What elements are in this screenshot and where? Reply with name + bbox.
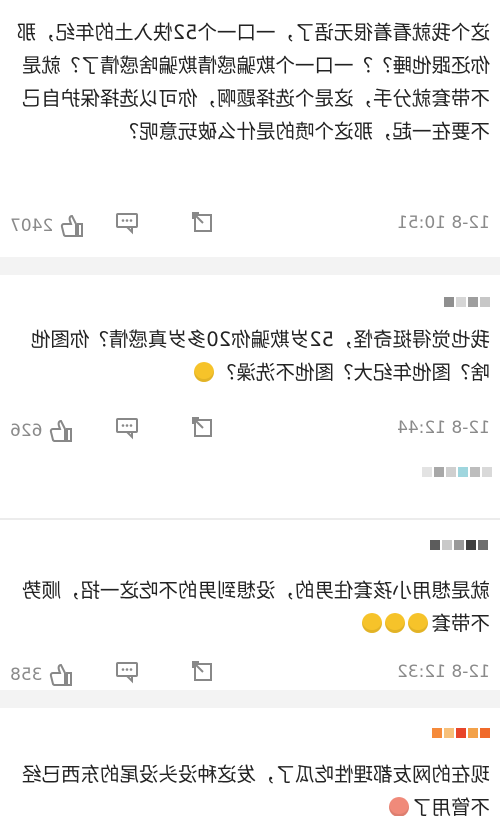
username-mosaic	[442, 297, 490, 319]
mirrored-content: 这个我就看着很无语了，一口一个52快入土的年纪，那你还跟他睡？？一口一个欺骗感情…	[0, 0, 500, 816]
comment-time: 12-8 10:51	[397, 213, 490, 233]
weibo-comments-screen: 这个我就看着很无语了，一口一个52快入土的年纪，那你还跟他睡？？一口一个欺骗感情…	[0, 0, 500, 816]
like-button[interactable]: 358	[10, 662, 74, 688]
like-count: 626	[10, 421, 43, 441]
comment-text: 现在的网友都理性吃瓜了，发这种没头没尾的东西已经不管用了	[5, 758, 490, 816]
like-icon	[59, 213, 85, 239]
username-mosaic	[430, 728, 490, 750]
share-icon[interactable]	[189, 414, 215, 440]
face-emoji-icon	[388, 797, 409, 816]
like-count: 358	[10, 665, 43, 685]
comment-text: 就是想用小孩套住男的，没想到男的不吃这一招，顺势不带套	[5, 574, 490, 640]
comment-text: 我也觉得挺奇怪，52岁欺骗你20多岁真感情？你图他啥？图他年纪大？图他不洗澡？	[5, 323, 490, 389]
like-button[interactable]: 2407	[10, 213, 85, 239]
comment-meta: 12-8 12:32 358	[10, 654, 490, 694]
comment-icon[interactable]	[114, 414, 140, 440]
comment-text-content: 我也觉得挺奇怪，52岁欺骗你20多岁真感情？你图他啥？图他年纪大？图他不洗澡？	[30, 328, 490, 384]
username-mosaic	[420, 467, 492, 489]
like-button[interactable]: 626	[10, 418, 74, 444]
comment-meta: 12-8 12:44 626	[10, 410, 490, 450]
section-divider	[0, 518, 500, 520]
comment-icon[interactable]	[114, 658, 140, 684]
comment-text: 这个我就看着很无语了，一口一个52快入土的年纪，那你还跟他睡？？一口一个欺骗感情…	[16, 21, 490, 143]
section-divider	[0, 257, 500, 275]
share-icon[interactable]	[189, 209, 215, 235]
comment-icon[interactable]	[114, 209, 140, 235]
like-count: 2407	[10, 216, 54, 236]
comment-time: 12-8 12:32	[397, 662, 490, 682]
comment-meta: 12-8 10:51 2407	[10, 205, 490, 245]
share-icon[interactable]	[189, 658, 215, 684]
grin-emoji-icon	[408, 613, 429, 633]
laugh-emoji-icon	[193, 362, 214, 382]
grin-emoji-icon	[385, 613, 406, 633]
comment-text-content: 现在的网友都理性吃瓜了，发这种没头没尾的东西已经不管用了	[21, 763, 490, 816]
like-icon	[48, 662, 74, 688]
like-icon	[48, 418, 74, 444]
grin-emoji-icon	[362, 613, 383, 633]
comment-time: 12-8 12:44	[397, 418, 490, 438]
username-mosaic	[428, 540, 488, 562]
section-divider	[0, 690, 500, 708]
